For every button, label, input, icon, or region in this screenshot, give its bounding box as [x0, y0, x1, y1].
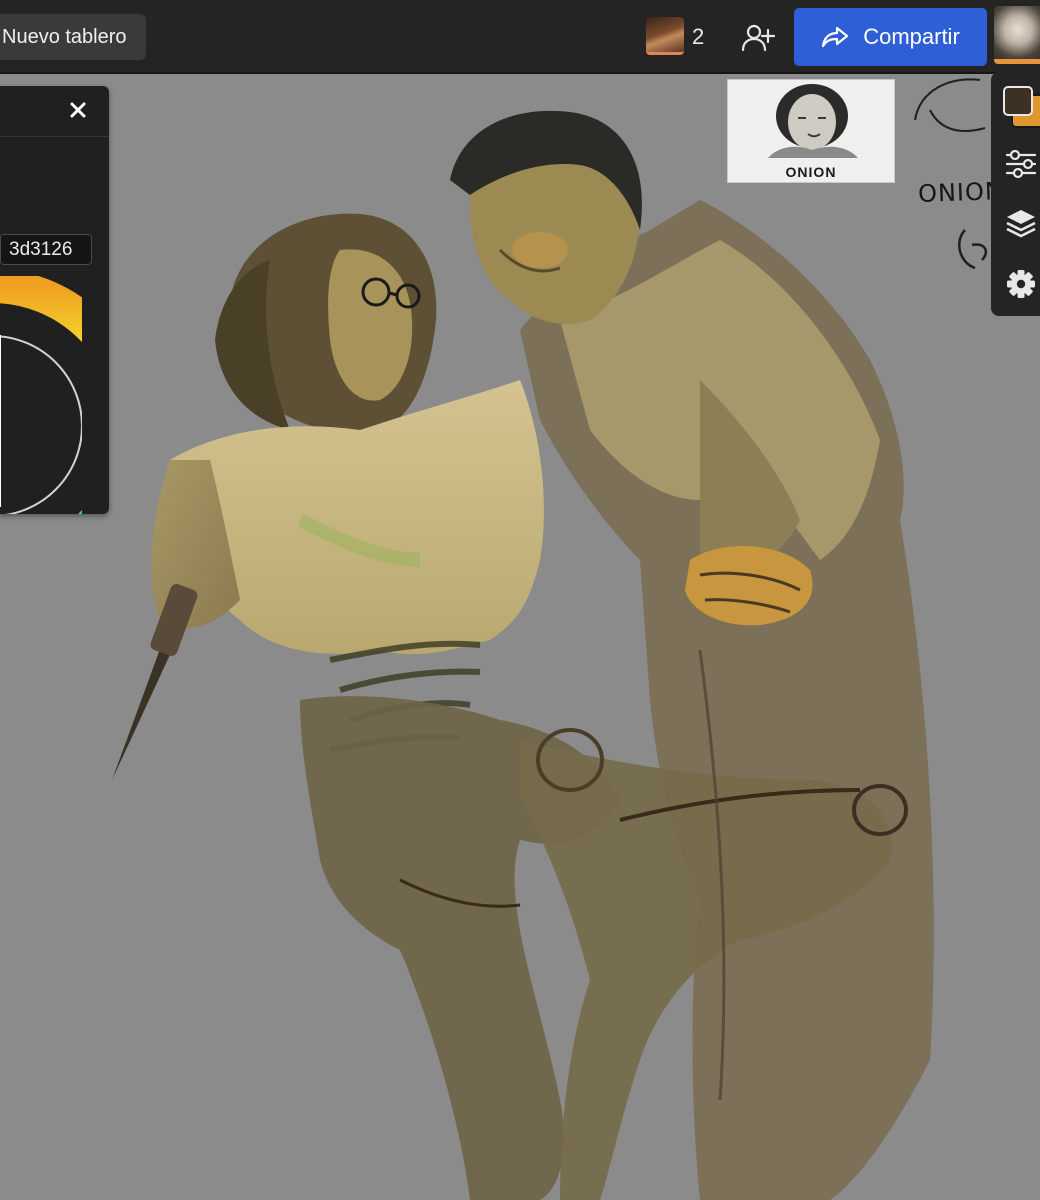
reference-photo[interactable]: ONION [727, 79, 895, 183]
adjustments-button[interactable] [1001, 144, 1040, 184]
color-swatch-button[interactable] [997, 80, 1040, 132]
reference-caption: ONION [785, 164, 837, 180]
color-picker-panel [0, 86, 109, 514]
painting-artwork [112, 78, 988, 1200]
layers-button[interactable] [1001, 204, 1040, 244]
close-icon [70, 102, 86, 118]
primary-color-swatch[interactable] [1003, 86, 1033, 116]
hue-wheel[interactable] [0, 276, 82, 514]
new-board-button[interactable]: Nuevo tablero [0, 14, 146, 60]
top-bar: Nuevo tablero 2 Compartir [0, 0, 1040, 74]
user-avatar[interactable] [994, 6, 1040, 64]
add-user-button[interactable] [738, 18, 778, 58]
sliders-icon [1005, 149, 1037, 179]
share-icon [822, 26, 849, 48]
settings-button[interactable] [1001, 264, 1040, 304]
add-user-icon [741, 24, 776, 52]
close-panel-button[interactable] [66, 98, 90, 122]
drawing-canvas[interactable]: ONION ONION C [0, 74, 1040, 1200]
reference-portrait [768, 84, 858, 158]
share-button-label: Compartir [863, 24, 960, 49]
share-button[interactable]: Compartir [794, 8, 987, 66]
panel-divider [0, 136, 109, 137]
layers-icon [1006, 210, 1036, 238]
gear-icon [1007, 270, 1035, 298]
collaborator-avatar[interactable] [646, 17, 684, 55]
collaborator-count: 2 [692, 24, 705, 49]
hex-color-input[interactable] [0, 234, 92, 265]
right-toolbar [991, 72, 1040, 316]
